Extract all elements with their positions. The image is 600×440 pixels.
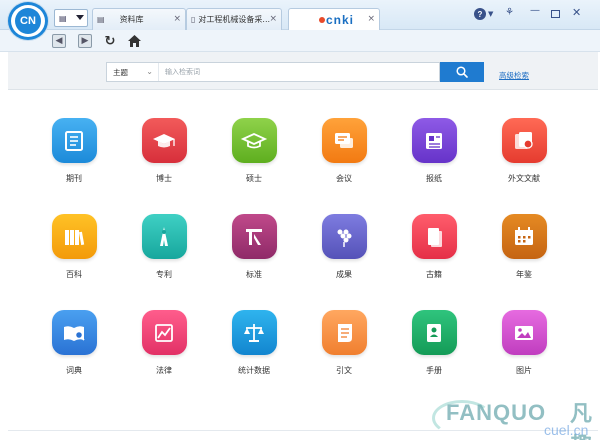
chevron-down-icon[interactable]: ▼ [488, 10, 493, 18]
yearbook-icon [501, 214, 547, 259]
achievement-icon [321, 214, 367, 259]
category-tile-achievement[interactable]: 成果 [296, 214, 392, 296]
category-tile-doctor-cap[interactable]: 博士 [116, 118, 212, 200]
search-input[interactable] [159, 63, 439, 81]
forward-arrow-icon[interactable]: ▶ [78, 34, 92, 48]
category-label: 年鉴 [516, 270, 532, 279]
newspaper-icon [411, 118, 457, 163]
category-label: 报纸 [426, 174, 442, 183]
skin-icon[interactable]: ⚘ [505, 7, 514, 18]
help-button[interactable]: ? [474, 8, 486, 20]
standard-icon [231, 214, 277, 259]
category-tile-citation[interactable]: 引文 [296, 310, 392, 392]
close-icon[interactable]: × [367, 14, 375, 24]
category-tile-ancient-book[interactable]: 古籍 [386, 214, 482, 296]
search-button[interactable] [440, 62, 484, 82]
category-label: 标准 [246, 270, 262, 279]
logo-dot-icon [319, 17, 325, 23]
category-label: 硕士 [246, 174, 262, 183]
nav-toolbar: ◀ ▶ ↻ [0, 30, 600, 52]
advanced-search-link[interactable]: 高级检索 [499, 70, 529, 81]
citation-icon [321, 310, 367, 355]
dictionary-icon [51, 310, 97, 355]
maximize-button[interactable] [551, 10, 560, 18]
category-label: 图片 [516, 366, 532, 375]
watermark: FANQUO 凡趣 cuel.cn [432, 394, 600, 440]
chevron-down-icon: ⌄ [146, 67, 153, 76]
tab-menu-button[interactable]: ▤ [54, 9, 88, 27]
category-tile-statistics[interactable]: 统计数据 [206, 310, 302, 392]
page-icon: ▤ [97, 15, 105, 24]
tab-label: 资料库 [119, 15, 144, 24]
category-tile-dictionary[interactable]: 词典 [26, 310, 122, 392]
foreign-docs-icon [501, 118, 547, 163]
category-label: 词典 [66, 366, 82, 375]
chevron-down-icon [76, 15, 84, 20]
close-icon[interactable]: × [173, 14, 181, 24]
journal-icon [51, 118, 97, 163]
search-icon [456, 66, 468, 78]
title-bar: ▤ ▤ 资料库 × ▯ 对工程机械设备采... × cnki × ? ▼ ⚘ —… [0, 0, 600, 31]
category-tile-encyclopedia[interactable]: 百科 [26, 214, 122, 296]
tab-label: 对工程机械设备采... [198, 15, 271, 24]
cnki-logo: cnki [319, 13, 354, 27]
tab-label: cnki [326, 13, 355, 27]
category-tile-picture[interactable]: 图片 [476, 310, 572, 392]
page-icon: ▤ [59, 13, 67, 23]
ancient-book-icon [411, 214, 457, 259]
tab-library[interactable]: ▤ 资料库 × [92, 8, 186, 30]
category-label: 手册 [426, 366, 442, 375]
close-icon[interactable]: × [269, 14, 277, 24]
tab-cnki[interactable]: cnki × [288, 8, 380, 31]
patent-icon [141, 214, 187, 259]
picture-icon [501, 310, 547, 355]
search-field-select[interactable]: 主题 ⌄ [107, 63, 159, 81]
category-tile-foreign-docs[interactable]: 外文文献 [476, 118, 572, 200]
tab-document[interactable]: ▯ 对工程机械设备采... × [186, 8, 282, 30]
home-icon[interactable] [127, 34, 141, 48]
category-label: 百科 [66, 270, 82, 279]
law-icon [141, 310, 187, 355]
doctor-cap-icon [141, 118, 187, 163]
category-tile-law[interactable]: 法律 [116, 310, 212, 392]
category-label: 期刊 [66, 174, 82, 183]
category-tile-standard[interactable]: 标准 [206, 214, 302, 296]
category-tile-newspaper[interactable]: 报纸 [386, 118, 482, 200]
category-label: 博士 [156, 174, 172, 183]
category-label: 统计数据 [238, 366, 270, 375]
category-label: 法律 [156, 366, 172, 375]
category-tile-handbook[interactable]: 手册 [386, 310, 482, 392]
category-label: 专利 [156, 270, 172, 279]
statistics-icon [231, 310, 277, 355]
category-tile-patent[interactable]: 专利 [116, 214, 212, 296]
master-cap-icon [231, 118, 277, 163]
category-tile-journal[interactable]: 期刊 [26, 118, 122, 200]
category-label: 古籍 [426, 270, 442, 279]
category-tile-conference[interactable]: 会议 [296, 118, 392, 200]
search-bar: 主题 ⌄ 高级检索 [8, 52, 598, 90]
category-tile-master-cap[interactable]: 硕士 [206, 118, 302, 200]
encyclopedia-icon [51, 214, 97, 259]
back-arrow-icon[interactable]: ◀ [52, 34, 66, 48]
category-label: 成果 [336, 270, 352, 279]
category-tile-yearbook[interactable]: 年鉴 [476, 214, 572, 296]
search-box: 主题 ⌄ [106, 62, 440, 82]
handbook-icon [411, 310, 457, 355]
minimize-button[interactable]: — [530, 5, 540, 16]
category-label: 引文 [336, 366, 352, 375]
category-label: 会议 [336, 174, 352, 183]
category-label: 外文文献 [508, 174, 540, 183]
close-window-button[interactable]: ✕ [572, 6, 581, 19]
refresh-icon[interactable]: ↻ [103, 34, 117, 49]
document-icon: ▯ [191, 15, 196, 24]
conference-icon [321, 118, 367, 163]
app-logo: CN [8, 2, 48, 40]
